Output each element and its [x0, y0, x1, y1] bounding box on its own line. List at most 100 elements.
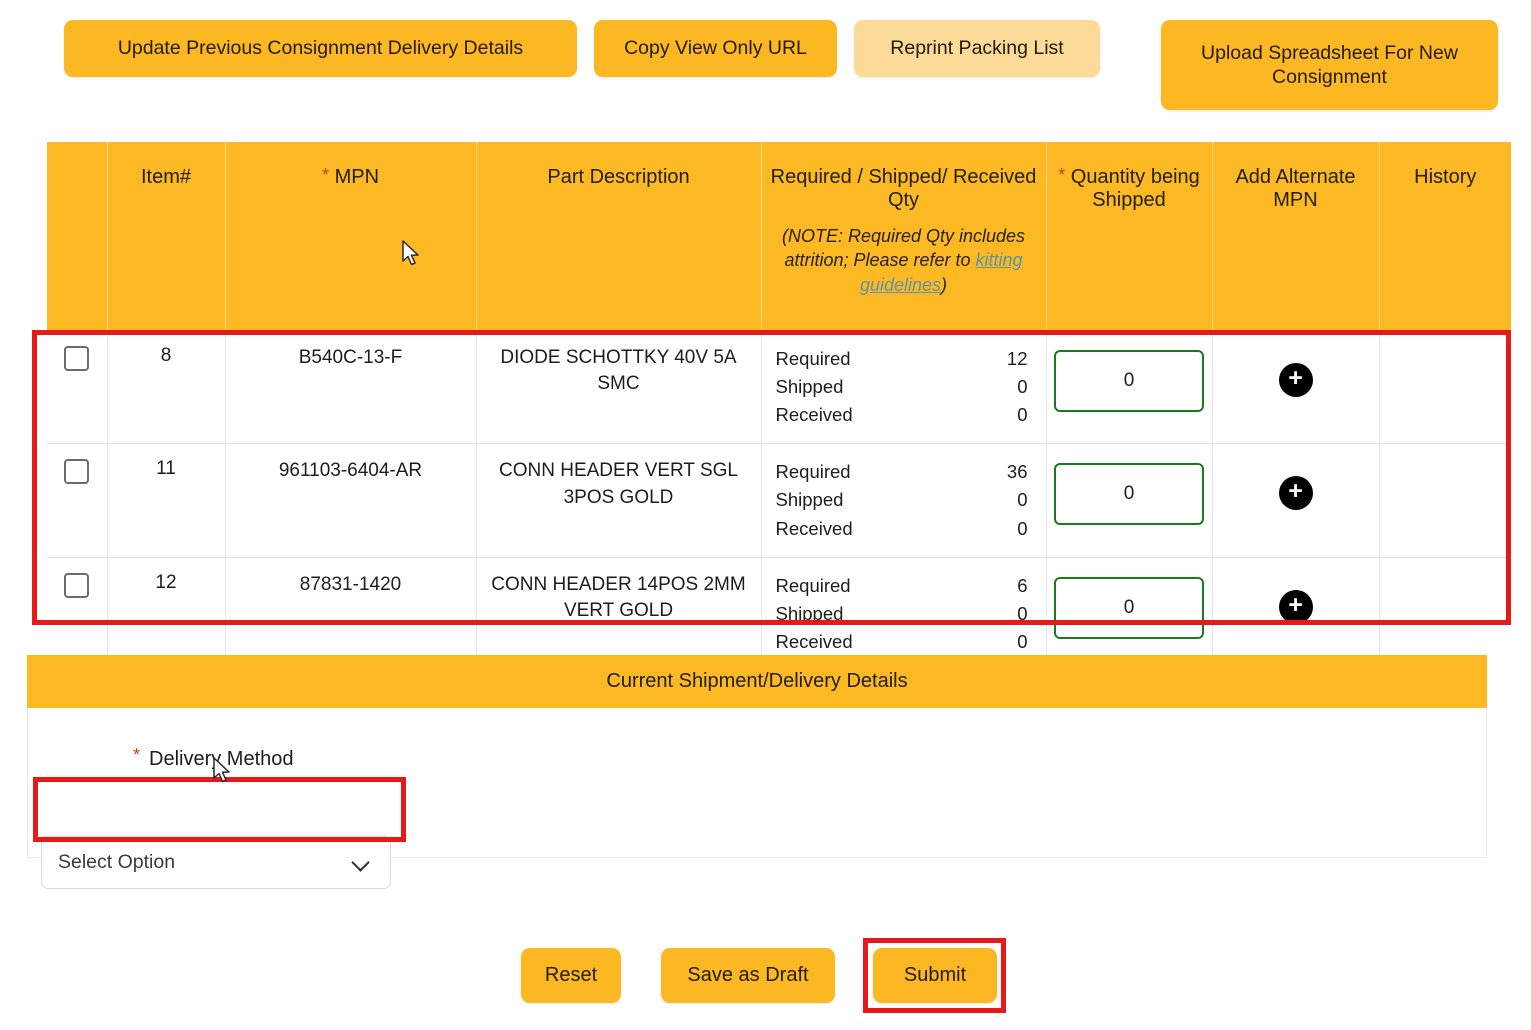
quantity-being-shipped-input[interactable]: 0 — [1054, 350, 1204, 412]
header-quantity-being-shipped: * Quantity being Shipped — [1046, 142, 1213, 331]
header-select-all — [47, 142, 108, 331]
required-marker-icon: * — [321, 165, 329, 185]
qty-received-label: Received — [775, 630, 853, 652]
qty-shipped-row: Shipped 0 — [776, 486, 1028, 514]
qty-received-label: Received — [775, 404, 853, 426]
delivery-method-selected-value: Select Option — [58, 851, 176, 873]
row-add-alternate-mpn-cell: + — [1212, 443, 1380, 558]
plus-glyph: + — [1288, 364, 1303, 392]
row-mpn: 87831-1420 — [225, 556, 477, 670]
header-mpn-label: MPN — [334, 166, 380, 188]
row-qty-being-shipped-cell: 0 — [1046, 443, 1213, 558]
row-item-number: 8 — [107, 331, 226, 444]
qty-shipped-label: Shipped — [775, 602, 844, 624]
add-alternate-mpn-plus-icon[interactable]: + — [1278, 363, 1313, 397]
row-checkbox[interactable] — [64, 572, 90, 598]
copy-view-only-url-button[interactable]: Copy View Only URL — [594, 20, 837, 77]
row-qty-summary: Required 12 Shipped 0 Received 0 — [761, 331, 1047, 444]
reprint-packing-list-button[interactable]: Reprint Packing List — [854, 20, 1100, 77]
delivery-method-select[interactable]: Select Option — [41, 836, 391, 889]
add-alternate-mpn-plus-icon[interactable]: + — [1278, 589, 1313, 624]
row-item-number: 11 — [107, 443, 226, 558]
row-qty-summary: Required 6 Shipped 0 Received 0 — [761, 556, 1047, 670]
row-select-cell — [47, 443, 108, 558]
qty-required-row: Required 6 — [776, 572, 1028, 600]
table-header-row: Item# * MPN Part Description Required / … — [47, 142, 1511, 331]
consignment-items-table: Item# * MPN Part Description Required / … — [47, 142, 1511, 670]
plus-glyph: + — [1288, 477, 1303, 506]
qty-shipped-row: Shipped 0 — [776, 373, 1028, 401]
qty-received-row: Received 0 — [776, 515, 1028, 543]
header-required-shipped-received-qty: Required / Shipped/ Received Qty (NOTE: … — [761, 142, 1047, 331]
qty-required-row: Required 36 — [776, 458, 1028, 486]
delivery-method-label: * Delivery Method — [133, 746, 294, 771]
qty-received-row: Received 0 — [776, 401, 1028, 429]
row-part-description: CONN HEADER 14POS 2MM VERT GOLD — [476, 556, 762, 670]
reset-button[interactable]: Reset — [521, 948, 621, 1003]
row-add-alternate-mpn-cell: + — [1212, 556, 1380, 670]
header-quantity-being-shipped-label: Quantity being Shipped — [1070, 166, 1200, 211]
qty-required-label: Required — [775, 461, 851, 483]
header-qty-note-suffix: ) — [941, 274, 948, 295]
update-previous-consignment-delivery-details-button[interactable]: Update Previous Consignment Delivery Det… — [64, 20, 577, 77]
qty-received-value: 0 — [1017, 517, 1028, 539]
header-qty-title: Required / Shipped/ Received Qty — [770, 166, 1037, 211]
qty-received-row: Received 0 — [776, 628, 1028, 656]
consignment-items-table-wrapper: Item# * MPN Part Description Required / … — [47, 142, 1511, 670]
row-history-cell[interactable] — [1379, 556, 1511, 670]
row-part-description: DIODE SCHOTTKY 40V 5A SMC — [476, 331, 762, 444]
qty-received-label: Received — [775, 517, 853, 539]
qty-shipped-value: 0 — [1017, 489, 1028, 511]
chevron-down-icon — [353, 854, 370, 871]
form-action-footer: Reset Save as Draft Submit — [0, 945, 1531, 1007]
submit-button[interactable]: Submit — [873, 948, 997, 1003]
row-qty-being-shipped-cell: 0 — [1046, 331, 1213, 444]
qty-required-value: 36 — [1006, 461, 1028, 483]
row-item-number: 12 — [107, 556, 226, 670]
quantity-being-shipped-input[interactable]: 0 — [1054, 576, 1204, 639]
qty-shipped-label: Shipped — [775, 489, 844, 511]
row-mpn: 961103-6404-AR — [225, 443, 477, 558]
plus-glyph: + — [1288, 590, 1303, 619]
table-row: 11 961103-6404-AR CONN HEADER VERT SGL 3… — [47, 443, 1511, 558]
row-checkbox[interactable] — [64, 459, 90, 485]
upload-spreadsheet-for-new-consignment-button[interactable]: Upload Spreadsheet For New Consignment — [1161, 20, 1498, 110]
header-item-number: Item# — [107, 142, 226, 331]
row-qty-summary: Required 36 Shipped 0 Received 0 — [761, 443, 1047, 558]
qty-shipped-value: 0 — [1017, 376, 1028, 398]
qty-required-label: Required — [775, 348, 851, 369]
header-qty-note: (NOTE: Required Qty includes attrition; … — [768, 224, 1040, 297]
current-shipment-delivery-panel: Current Shipment/Delivery Details * Deliv… — [27, 655, 1487, 889]
save-as-draft-button[interactable]: Save as Draft — [661, 948, 835, 1003]
row-select-cell — [47, 556, 108, 670]
qty-required-row: Required 12 — [776, 345, 1028, 373]
panel-body: * Delivery Method Select Option — [27, 708, 1487, 889]
qty-required-value: 12 — [1006, 348, 1028, 369]
qty-required-value: 6 — [1017, 574, 1028, 596]
header-mpn: * MPN — [225, 142, 477, 331]
panel-title: Current Shipment/Delivery Details — [27, 655, 1487, 708]
header-history: History — [1379, 142, 1511, 331]
table-row: 8 B540C-13-F DIODE SCHOTTKY 40V 5A SMC R… — [47, 331, 1511, 444]
required-marker-icon: * — [1058, 165, 1066, 185]
row-history-cell[interactable] — [1379, 331, 1511, 444]
qty-received-value: 0 — [1017, 630, 1028, 652]
row-checkbox[interactable] — [64, 346, 90, 371]
table-body: 8 B540C-13-F DIODE SCHOTTKY 40V 5A SMC R… — [47, 331, 1511, 670]
qty-shipped-value: 0 — [1017, 602, 1028, 624]
row-qty-being-shipped-cell: 0 — [1046, 556, 1213, 670]
row-history-cell[interactable] — [1379, 443, 1511, 558]
page-root: Update Previous Consignment Delivery Det… — [0, 0, 1531, 1030]
add-alternate-mpn-plus-icon[interactable]: + — [1278, 476, 1313, 511]
qty-received-value: 0 — [1017, 404, 1028, 426]
row-part-description: CONN HEADER VERT SGL 3POS GOLD — [476, 443, 762, 558]
top-action-toolbar: Update Previous Consignment Delivery Det… — [0, 0, 1531, 120]
qty-shipped-label: Shipped — [775, 376, 844, 398]
qty-required-label: Required — [775, 574, 851, 596]
quantity-being-shipped-input[interactable]: 0 — [1054, 463, 1204, 526]
row-add-alternate-mpn-cell: + — [1212, 331, 1380, 444]
qty-shipped-row: Shipped 0 — [776, 600, 1028, 628]
delivery-method-label-text: Delivery Method — [149, 748, 294, 770]
table-row: 12 87831-1420 CONN HEADER 14POS 2MM VERT… — [47, 556, 1511, 670]
header-add-alternate-mpn: Add Alternate MPN — [1212, 142, 1380, 331]
